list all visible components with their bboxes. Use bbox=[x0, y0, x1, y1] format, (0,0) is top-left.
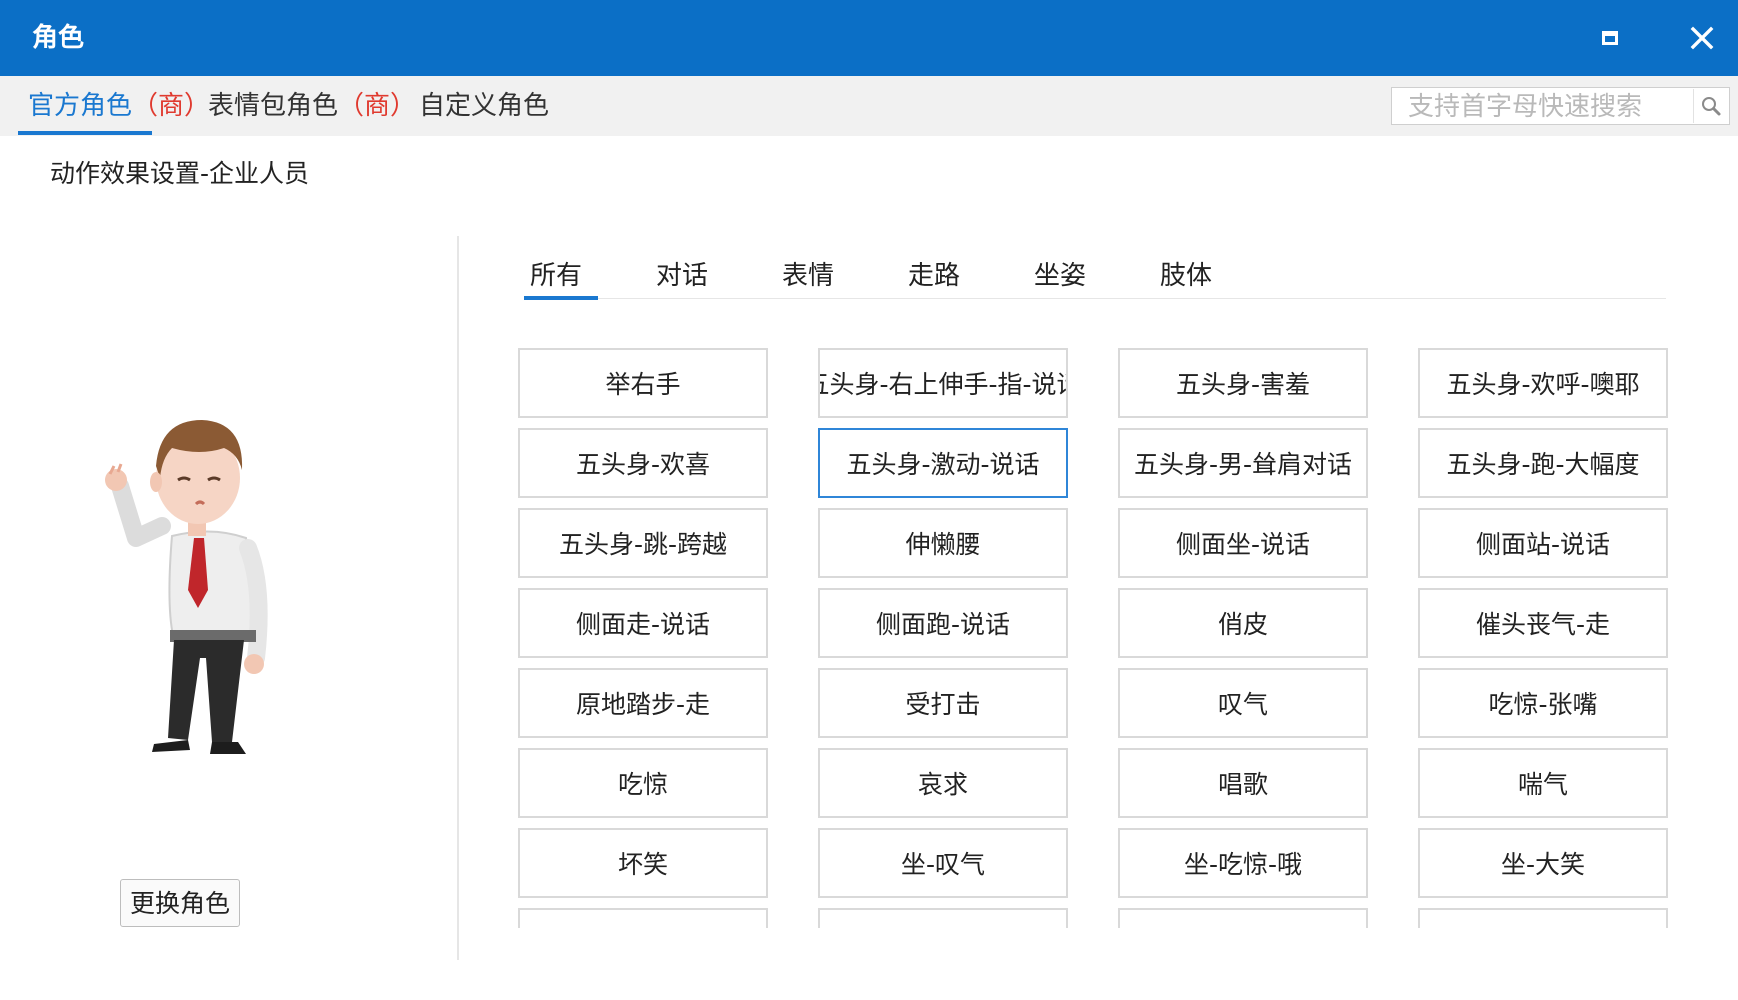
action-button[interactable]: 俏皮 bbox=[1118, 588, 1368, 658]
action-button[interactable]: 五头身-男-耸肩对话 bbox=[1118, 428, 1368, 498]
action-button[interactable]: 唱歌 bbox=[1118, 748, 1368, 818]
action-button[interactable]: 原地踏步-走 bbox=[518, 668, 768, 738]
close-button[interactable] bbox=[1666, 0, 1738, 76]
commercial-mark: （商） bbox=[338, 91, 417, 121]
action-button[interactable] bbox=[1118, 908, 1368, 928]
action-button[interactable]: 五头身-欢呼-噢耶 bbox=[1418, 348, 1668, 418]
panel-divider bbox=[457, 236, 459, 960]
action-button[interactable]: 坐-吃惊-哦 bbox=[1118, 828, 1368, 898]
action-button[interactable]: 五头身-跳-跨越 bbox=[518, 508, 768, 578]
action-button[interactable] bbox=[1418, 908, 1668, 928]
action-list: 举右手 五头身-右上伸手-指-说话 五头身-害羞 五头身-欢呼-噢耶 五头身-欢喜 五头身… bbox=[510, 340, 1700, 928]
title-bar: 角色 bbox=[0, 0, 1738, 76]
search-button[interactable] bbox=[1693, 89, 1728, 123]
action-button[interactable]: 侧面走-说话 bbox=[518, 588, 768, 658]
action-button[interactable]: 受打击 bbox=[818, 668, 1068, 738]
tab-body[interactable]: 肢体 bbox=[1160, 256, 1212, 296]
action-button[interactable]: 吃惊-张嘴 bbox=[1418, 668, 1668, 738]
search-input[interactable] bbox=[1406, 90, 1690, 124]
action-button[interactable]: 侧面跑-说话 bbox=[818, 588, 1068, 658]
tab-label: 表情包角色 bbox=[208, 91, 339, 121]
search-box bbox=[1391, 87, 1730, 125]
window-title: 角色 bbox=[32, 23, 85, 53]
tab-expression[interactable]: 表情 bbox=[782, 256, 834, 296]
maximize-icon bbox=[1602, 31, 1618, 45]
action-button[interactable]: 坐-叹气 bbox=[818, 828, 1068, 898]
category-divider bbox=[524, 298, 1666, 299]
action-button[interactable]: 举右手 bbox=[518, 348, 768, 418]
tab-custom-roles[interactable]: 自定义角色 bbox=[419, 86, 549, 126]
action-button[interactable]: 坐-大笑 bbox=[1418, 828, 1668, 898]
tab-label: 自定义角色 bbox=[419, 91, 550, 121]
action-button[interactable]: 叹气 bbox=[1118, 668, 1368, 738]
action-button[interactable]: 五头身-激动-说话 bbox=[818, 428, 1068, 498]
page-title: 动作效果设置-企业人员 bbox=[50, 159, 310, 188]
action-button[interactable]: 吃惊 bbox=[518, 748, 768, 818]
tab-all[interactable]: 所有 bbox=[530, 256, 582, 296]
action-button[interactable]: 五头身-跑-大幅度 bbox=[1418, 428, 1668, 498]
action-button[interactable]: 侧面坐-说话 bbox=[1118, 508, 1368, 578]
active-category-indicator bbox=[524, 296, 598, 300]
tab-label: 官方角色 bbox=[28, 91, 133, 121]
action-button[interactable] bbox=[518, 908, 768, 928]
role-dialog: 角色 官方角色（商） 表情包角色（商） 自定义角色 动作效 bbox=[0, 0, 1738, 1000]
tab-dialogue[interactable]: 对话 bbox=[656, 256, 708, 296]
change-role-button[interactable]: 更换角色 bbox=[120, 879, 240, 927]
tab-official-roles[interactable]: 官方角色（商） bbox=[28, 86, 210, 126]
tab-walking[interactable]: 走路 bbox=[908, 256, 960, 296]
action-button[interactable]: 坏笑 bbox=[518, 828, 768, 898]
close-icon bbox=[1690, 26, 1714, 50]
tab-sitting[interactable]: 坐姿 bbox=[1034, 256, 1086, 296]
maximize-button[interactable] bbox=[1574, 0, 1646, 76]
action-button[interactable]: 哀求 bbox=[818, 748, 1068, 818]
character-preview bbox=[105, 420, 268, 754]
action-button[interactable]: 喘气 bbox=[1418, 748, 1668, 818]
commercial-mark: （商） bbox=[132, 91, 211, 121]
action-button[interactable]: 五头身-右上伸手-指-说话 bbox=[818, 348, 1068, 418]
action-button[interactable]: 催头丧气-走 bbox=[1418, 588, 1668, 658]
action-button[interactable]: 伸懒腰 bbox=[818, 508, 1068, 578]
active-tab-indicator bbox=[18, 131, 152, 135]
action-button[interactable]: 五头身-害羞 bbox=[1118, 348, 1368, 418]
action-button[interactable] bbox=[818, 908, 1068, 928]
tab-emoji-roles[interactable]: 表情包角色（商） bbox=[208, 86, 416, 126]
action-button[interactable]: 侧面站-说话 bbox=[1418, 508, 1668, 578]
search-icon bbox=[1702, 97, 1721, 116]
action-grid: 举右手 五头身-右上伸手-指-说话 五头身-害羞 五头身-欢呼-噢耶 五头身-欢喜 五头身… bbox=[518, 348, 1668, 928]
action-button[interactable]: 五头身-欢喜 bbox=[518, 428, 768, 498]
